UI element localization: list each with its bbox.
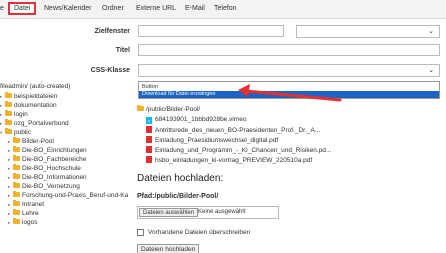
- tab-external-url[interactable]: Externe URL: [136, 5, 176, 12]
- tree-item[interactable]: ▸ Lehre: [8, 209, 39, 218]
- pdf-icon: [146, 136, 152, 143]
- title-input[interactable]: [138, 44, 440, 56]
- upload-files-button[interactable]: Dateien hochladen: [137, 244, 200, 253]
- overwrite-label: Vorhandene Dateien überschreiben: [148, 229, 251, 236]
- folder-icon: [5, 110, 12, 116]
- css-class-select[interactable]: ⌄: [138, 64, 440, 77]
- folder-icon: [13, 191, 20, 197]
- folder-icon: [5, 101, 12, 107]
- target-window-input[interactable]: [138, 25, 284, 37]
- tree-item[interactable]: ▸ beispieldateien: [0, 92, 57, 101]
- folder-icon: [13, 155, 20, 161]
- folder-icon: [5, 128, 12, 134]
- folder-icon: [13, 164, 20, 170]
- folder-icon: [137, 105, 144, 111]
- folder-icon: [13, 200, 20, 206]
- current-folder-path[interactable]: /public/Bilder-Pool/: [137, 105, 200, 114]
- css-class-label: CSS-Klasse: [90, 67, 130, 74]
- overwrite-checkbox[interactable]: [137, 229, 144, 236]
- vimeo-icon: v: [146, 117, 152, 124]
- tree-item[interactable]: ▸ Bilder-Pool: [8, 137, 54, 146]
- target-window-select[interactable]: ⌄: [296, 25, 440, 38]
- tab-phone[interactable]: Telefon: [214, 5, 237, 12]
- tab-folder[interactable]: Ordner: [102, 5, 124, 12]
- tree-item[interactable]: ▸ Intranet: [8, 200, 44, 209]
- folder-icon: [13, 209, 20, 215]
- folder-icon: [5, 92, 12, 98]
- tree-item[interactable]: ▸ logos: [8, 218, 38, 227]
- target-window-label: Zielfenster: [94, 28, 130, 35]
- folder-icon: [13, 137, 20, 143]
- tree-item[interactable]: ▸ Die-BO_Einrichtungen: [8, 146, 87, 155]
- tree-item[interactable]: ▸ Die-BO_Fachbereiche: [8, 155, 86, 164]
- file-item[interactable]: hsbo_einladungen_ki-vortrag_PREVIEW_2205…: [146, 156, 312, 165]
- tree-item[interactable]: ▸ Die-BO_Hochschule: [8, 164, 81, 173]
- upload-path: Pfad:/public/Bilder-Pool/: [137, 193, 219, 200]
- tree-item[interactable]: ▾ public: [0, 128, 31, 137]
- pdf-icon: [146, 156, 152, 163]
- file-item[interactable]: Antrittsrede_des_neuen_BO-Praesidenten_P…: [146, 126, 320, 135]
- tree-item[interactable]: ▸ Die-BO_Vernetzung: [8, 182, 80, 191]
- pdf-icon: [146, 146, 152, 153]
- folder-icon: [13, 173, 20, 179]
- tab-news-calendar[interactable]: News/Kalender: [44, 5, 91, 12]
- upload-heading: Dateien hochladen:: [137, 173, 224, 184]
- no-file-chosen-text: Keine ausgewählt: [198, 209, 246, 215]
- tree-item[interactable]: ▸ Forschung-und-Praxis_Beruf-und-Ka: [8, 191, 128, 200]
- file-item[interactable]: Einladung_Praesidiumswechsel_digital.pdf: [146, 136, 278, 145]
- folder-icon: [5, 119, 12, 125]
- file-chooser[interactable]: Dateien auswählen Keine ausgewählt: [137, 206, 279, 219]
- tree-item[interactable]: ▸ login: [0, 110, 28, 119]
- tree-item[interactable]: ▸ dokumentation: [0, 101, 57, 110]
- link-type-tabbar: e Datei News/Kalender Ordner Externe URL…: [0, 0, 446, 19]
- chevron-down-icon: ⌄: [428, 67, 434, 74]
- tree-item[interactable]: ▸ ozg_Portalverbund: [0, 119, 69, 128]
- tree-item-root[interactable]: fileadmin/ (auto-created): [0, 83, 70, 91]
- choose-files-button[interactable]: Dateien auswählen: [139, 208, 199, 217]
- chevron-down-icon: ⌄: [428, 28, 434, 35]
- tab-page[interactable]: e: [0, 5, 4, 12]
- file-item[interactable]: Einladung_und_Programm_-_KI_Chancen_und_…: [146, 146, 331, 155]
- title-label: Titel: [115, 47, 130, 54]
- folder-icon: [13, 182, 20, 188]
- tree-item[interactable]: ▸ Die-BO_Informationen: [8, 173, 87, 182]
- file-item[interactable]: v 684193901_1bbbd928be.vimeo: [146, 116, 246, 124]
- folder-icon: [13, 218, 20, 224]
- tab-file[interactable]: Datei: [8, 2, 37, 15]
- annotation-arrow-icon: [238, 84, 342, 102]
- folder-icon: [13, 146, 20, 152]
- tab-email[interactable]: E-Mail: [185, 5, 205, 12]
- pdf-icon: [146, 126, 152, 133]
